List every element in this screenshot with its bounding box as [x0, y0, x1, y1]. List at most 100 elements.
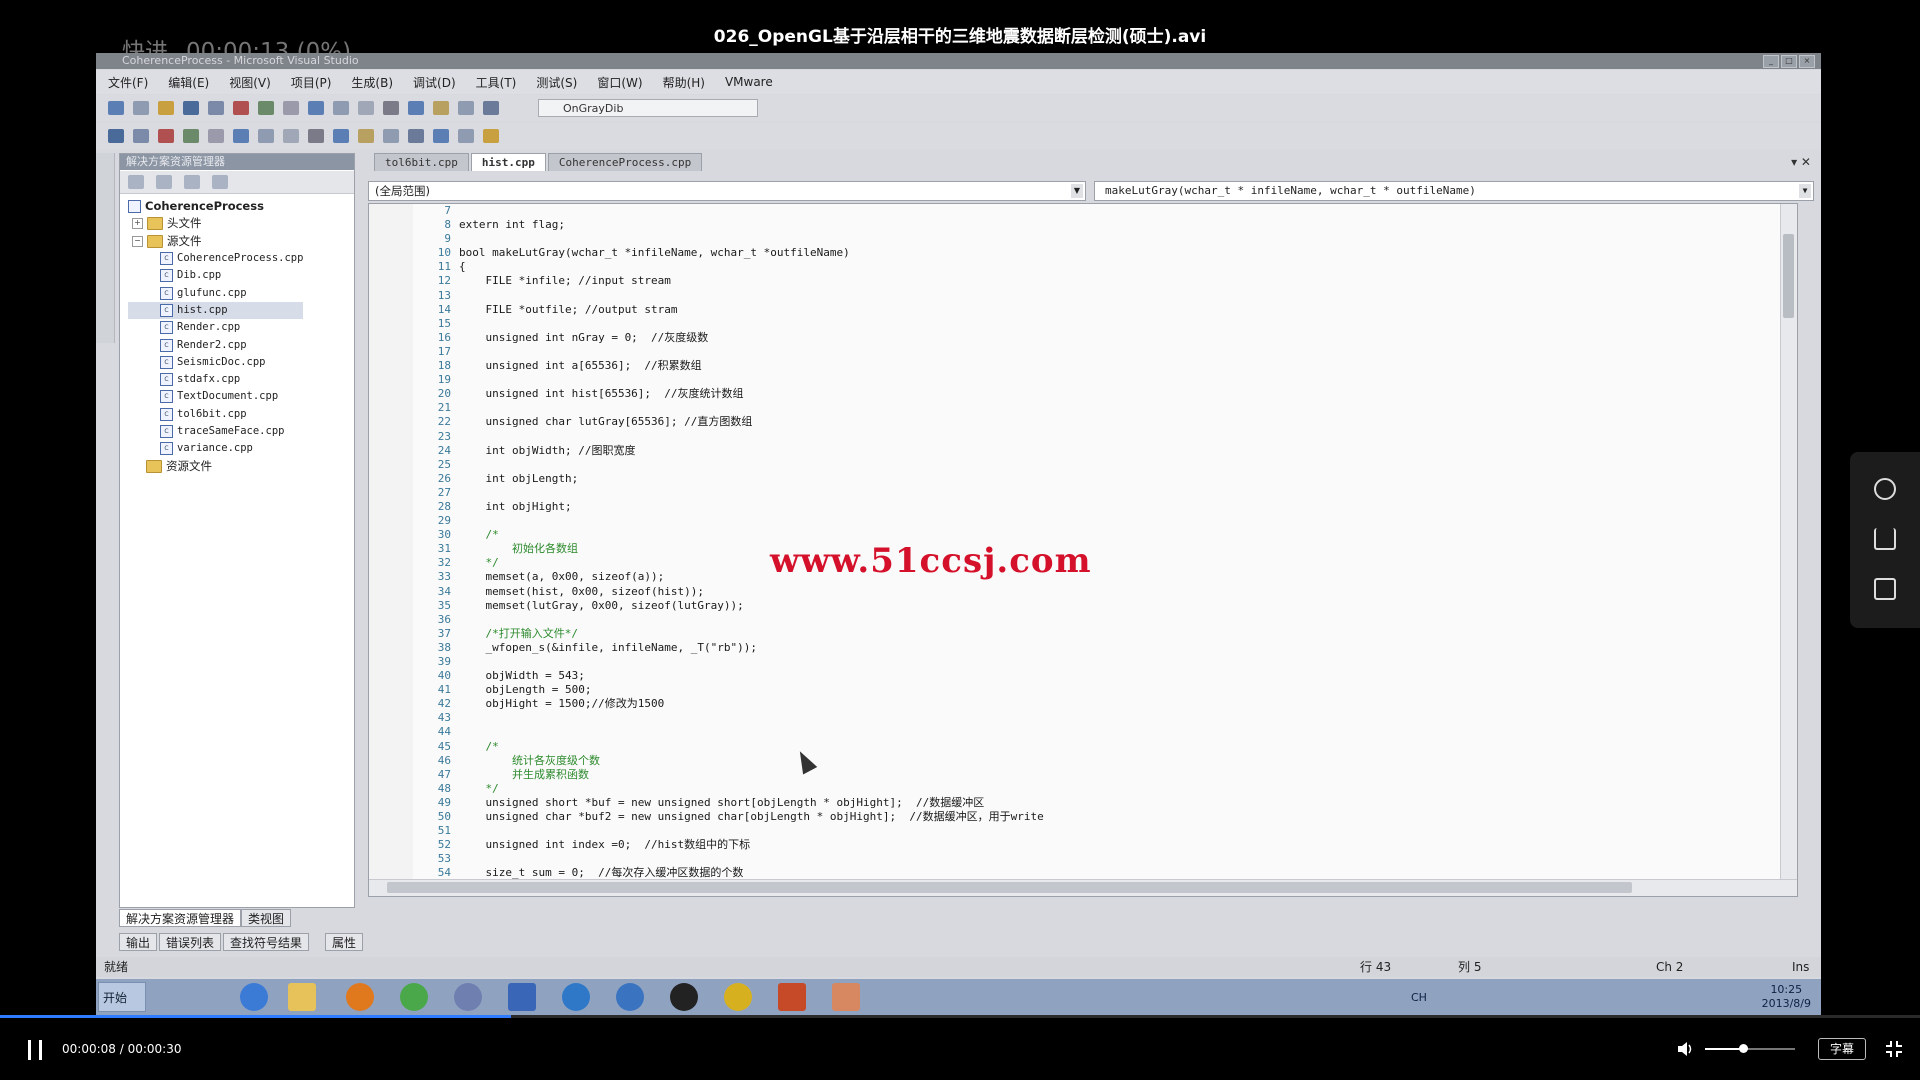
code-line[interactable]: 41 objLength = 500; [415, 683, 1044, 697]
close-icon[interactable]: × [1799, 55, 1815, 68]
show-all-files-icon[interactable] [156, 175, 172, 189]
code-line[interactable]: 46 统计各灰度级个数 [415, 754, 1044, 768]
toolbar-icon[interactable] [383, 101, 399, 115]
toolbar-icon[interactable] [208, 129, 224, 143]
tree-file-item[interactable]: C Render.cpp [128, 319, 303, 336]
toolbar-icon[interactable] [458, 101, 474, 115]
toolbar-icon[interactable] [358, 101, 374, 115]
toolbar-icon[interactable] [158, 129, 174, 143]
expand-icon[interactable]: + [132, 218, 143, 230]
pause-icon[interactable] [28, 1040, 46, 1060]
code-line[interactable]: 7 [415, 204, 1044, 218]
code-line[interactable]: 9 [415, 232, 1044, 246]
code-line[interactable]: 44 [415, 725, 1044, 739]
toolbar-icon[interactable] [158, 101, 174, 115]
tree-file-item[interactable]: C CoherenceProcess.cpp [128, 250, 303, 267]
code-line[interactable]: 50 unsigned char *buf2 = new unsigned ch… [415, 810, 1044, 824]
chevron-down-icon[interactable]: ▼ [1799, 184, 1811, 198]
exit-fullscreen-icon[interactable] [1885, 1040, 1903, 1058]
code-line[interactable]: 10 bool makeLutGray(wchar_t *infileName, … [415, 246, 1044, 260]
toolbar-icon[interactable] [308, 129, 324, 143]
class-diagram-icon[interactable] [212, 175, 228, 189]
code-line[interactable]: 15 [415, 317, 1044, 331]
progress-fill[interactable] [0, 1015, 511, 1018]
code-line[interactable]: 14 FILE *outfile; //output stram [415, 303, 1044, 317]
download-icon[interactable] [1874, 528, 1896, 550]
qq-icon[interactable] [670, 983, 698, 1011]
toolbar-icon[interactable] [433, 101, 449, 115]
menu-item[interactable]: 生成(B) [351, 74, 393, 91]
browser-icon[interactable] [400, 983, 428, 1011]
tree-file-item[interactable]: Ctol6bit.cpp [128, 406, 303, 423]
tab-properties[interactable]: 属性 [325, 933, 364, 951]
code-line[interactable]: 16 unsigned int nGray = 0; //灰度级数 [415, 331, 1044, 345]
volume-fill[interactable] [1705, 1048, 1743, 1050]
code-line[interactable]: 53 [415, 852, 1044, 866]
tree-file-item[interactable]: Cvariance.cpp [128, 440, 303, 457]
menu-item[interactable]: 测试(S) [536, 74, 577, 91]
sogou-icon[interactable] [616, 983, 644, 1011]
toolbar-icon[interactable] [258, 129, 274, 143]
toolbar-icon[interactable] [458, 129, 474, 143]
tab-document[interactable]: CoherenceProcess.cpp [547, 153, 703, 171]
code-line[interactable]: 27 [415, 486, 1044, 500]
toolbar-icon[interactable] [133, 129, 149, 143]
code-line[interactable]: 48 */ [415, 782, 1044, 796]
tab-find-symbol-results[interactable]: 查找符号结果 [223, 933, 310, 951]
code-line[interactable]: 18 unsigned int a[65536]; //积累数组 [415, 359, 1044, 373]
tab-error-list[interactable]: 错误列表 [159, 933, 222, 951]
tab-document[interactable]: hist.cpp [470, 153, 546, 171]
code-line[interactable]: 51 [415, 824, 1044, 838]
tree-file-item[interactable]: C Render2.cpp [128, 336, 303, 353]
horizontal-scrollbar[interactable] [369, 879, 1797, 896]
code-line[interactable]: 49 unsigned short *buf = new unsigned sh… [415, 796, 1044, 810]
volume-icon[interactable] [1676, 1040, 1694, 1058]
tray-clock[interactable]: 10:25 2013/8/9 [1762, 983, 1811, 1011]
tree-file-item[interactable]: Cstdafx.cpp [128, 371, 303, 388]
code-line[interactable]: 11 { [415, 260, 1044, 274]
ime-indicator[interactable]: CH [1411, 991, 1427, 1004]
tree-file-item[interactable]: Cglufunc.cpp [128, 284, 303, 301]
menu-item[interactable]: 视图(V) [229, 74, 271, 91]
code-line[interactable]: 29 [415, 514, 1044, 528]
messenger-icon[interactable] [508, 983, 536, 1011]
menu-item[interactable]: 工具(T) [476, 74, 517, 91]
vertical-scroll-thumb[interactable] [1783, 234, 1794, 318]
code-line[interactable]: 22 unsigned char lutGray[65536]; //直方图数组 [415, 415, 1044, 429]
scope-combo[interactable]: (全局范围) ▼ [368, 181, 1086, 201]
vertical-scrollbar[interactable] [1780, 204, 1797, 880]
media-player-icon[interactable] [346, 983, 374, 1011]
code-line[interactable]: 8 extern int flag; [415, 218, 1044, 232]
code-line[interactable]: 34 memset(hist, 0x00, sizeof(hist)); [415, 585, 1044, 599]
menu-item[interactable]: 调试(D) [413, 74, 456, 91]
code-line[interactable]: 21 [415, 401, 1044, 415]
tree-folder-headers[interactable]: + 头文件 [128, 215, 303, 232]
ie-icon[interactable] [240, 983, 268, 1011]
code-line[interactable]: 52 unsigned int index =0; //hist数组中的下标 [415, 838, 1044, 852]
code-line[interactable]: 26 int objLength; [415, 472, 1044, 486]
toolbar-icon[interactable] [283, 129, 299, 143]
code-line[interactable]: 12 FILE *infile; //input stream [415, 274, 1044, 288]
code-line[interactable]: 24 int objWidth; //图职宽度 [415, 444, 1044, 458]
code-line[interactable]: 39 [415, 655, 1044, 669]
tab-solution-explorer[interactable]: 解决方案资源管理器 [119, 909, 242, 927]
toolbar-icon[interactable] [183, 101, 199, 115]
chevron-down-icon[interactable]: ▼ [1071, 184, 1083, 198]
code-line[interactable]: 42 objHight = 1500;//修改为1500 [415, 697, 1044, 711]
toolbar-icon[interactable] [483, 129, 499, 143]
toolbar-icon[interactable] [333, 101, 349, 115]
itunes-icon[interactable] [454, 983, 482, 1011]
toolbar-icon[interactable] [383, 129, 399, 143]
tool-app-icon[interactable] [724, 983, 752, 1011]
toolbar-icon[interactable] [233, 129, 249, 143]
toolbar-icon[interactable] [183, 129, 199, 143]
toolbar-icon[interactable] [208, 101, 224, 115]
tab-output[interactable]: 输出 [119, 933, 158, 951]
menu-item[interactable]: 项目(P) [291, 74, 332, 91]
config-combo[interactable]: OnGrayDib [538, 99, 758, 117]
matlab-icon[interactable] [778, 983, 806, 1011]
tree-file-item[interactable]: CtraceSameFace.cpp [128, 423, 303, 440]
tree-file-item[interactable]: C Dib.cpp [128, 267, 303, 284]
toolbar-icon[interactable] [233, 101, 249, 115]
subtitle-button[interactable]: 字幕 [1818, 1038, 1866, 1060]
